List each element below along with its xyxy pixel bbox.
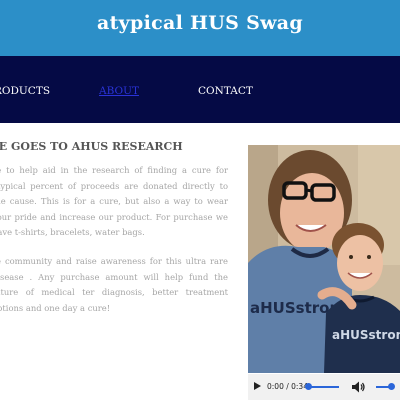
family-photo: aHUSstrong aHUSstrong bbox=[248, 145, 400, 373]
audio-progress-knob[interactable] bbox=[305, 383, 312, 390]
volume-slider-knob[interactable] bbox=[388, 383, 395, 390]
main-nav: RODUCTS ABOUT CONTACT bbox=[0, 56, 400, 123]
photo-illustration: aHUSstrong aHUSstrong bbox=[248, 145, 400, 373]
intro-paragraph: se to help aid in the research of findin… bbox=[0, 165, 228, 238]
main-content: CE GOES TO AHUS RESEARCH se to help aid … bbox=[0, 123, 240, 400]
volume-icon[interactable] bbox=[351, 380, 365, 394]
audio-player: 0:00 / 0:34 bbox=[248, 374, 400, 400]
site-header: atypical HUS Swag bbox=[0, 0, 400, 56]
page-heading: CE GOES TO AHUS RESEARCH bbox=[0, 140, 183, 153]
nav-item-contact[interactable]: CONTACT bbox=[198, 85, 253, 97]
nav-item-products[interactable]: RODUCTS bbox=[0, 85, 50, 97]
site-title[interactable]: atypical HUS Swag bbox=[97, 12, 303, 34]
audio-time-display: 0:00 / 0:34 bbox=[267, 382, 308, 391]
awareness-paragraph: re community and raise awareness for thi… bbox=[0, 256, 228, 313]
shirt-text-right: aHUSstrong bbox=[332, 328, 400, 342]
nav-item-about[interactable]: ABOUT bbox=[99, 85, 139, 97]
play-icon[interactable] bbox=[254, 382, 261, 390]
